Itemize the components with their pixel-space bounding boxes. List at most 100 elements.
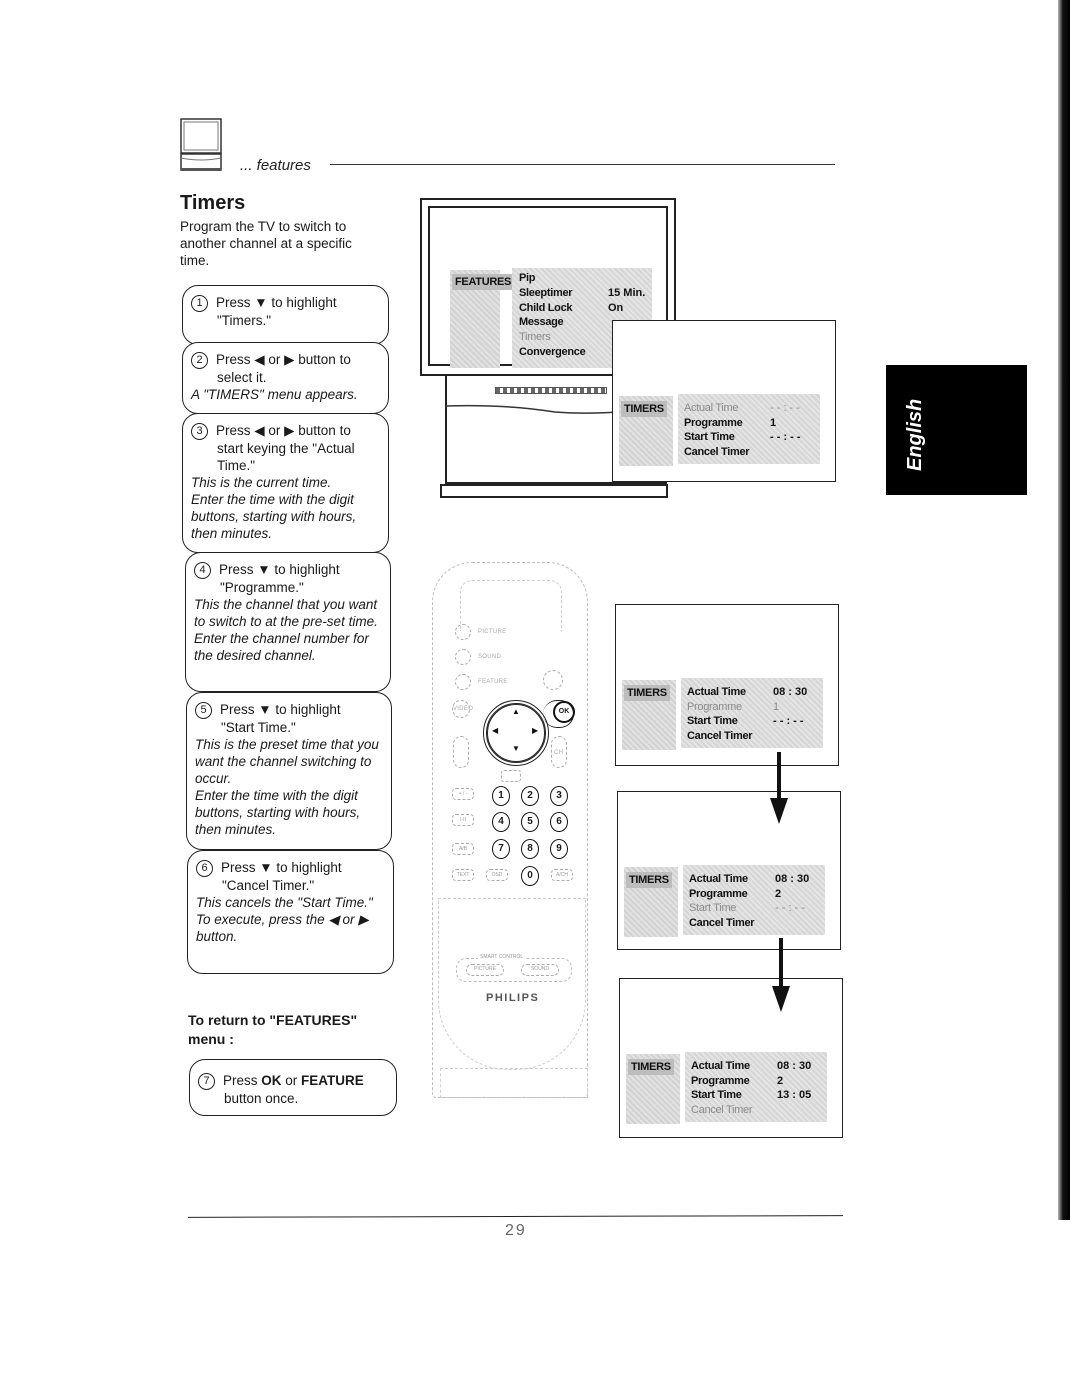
alternate-channel-button[interactable]: A/CH [551,869,573,881]
step-number: 5 [195,702,212,719]
digit-button-2[interactable]: 2 [521,786,539,806]
timers-menu-item: Programme [691,1074,750,1087]
step-note: This the channel that you want to switch… [194,597,378,629]
timers-menu-value: - - : - - [770,431,801,444]
ok-button[interactable]: OK [553,701,575,723]
picture-label: PICTURE [478,629,507,635]
up-arrow-icon[interactable]: ▲ [512,707,520,716]
timers-menu-value: - - : - - [773,715,804,728]
timers-tag: TIMERS [626,872,672,888]
step-instruction: Press ▼ to highlight [221,860,342,875]
down-arrow-icon [772,986,790,1012]
timers-tag: TIMERS [621,401,667,417]
digit-button-5[interactable]: 5 [521,812,539,832]
digit-button-7[interactable]: 7 [492,839,510,859]
digit-button-4[interactable]: 4 [492,812,510,832]
step-number: 2 [191,352,208,369]
step-note: Enter the channel number for the desired… [194,631,369,663]
left-arrow-icon[interactable]: ◀ [492,726,498,735]
timers-menu-item: Start Time [684,431,735,444]
volume-rocker[interactable] [453,736,469,768]
step-number: 1 [191,295,208,312]
step-number: 4 [194,562,211,579]
intro-text: Program the TV to switch to another chan… [180,219,352,268]
side-button[interactable]: I-II [452,814,474,826]
ok-keyword: OK [261,1073,282,1088]
tv-control-strip [495,387,607,394]
step-prefix: Press [223,1073,262,1088]
timers-menu-value: 08 : 30 [775,873,810,885]
digit-button-1[interactable]: 1 [492,786,510,806]
remote-top-panel [460,580,562,631]
brand-logo: PHILIPS [486,992,540,1004]
timers-menu-item: Actual Time [684,402,739,414]
section-label: ... features [240,157,311,174]
feature-button[interactable] [455,674,471,690]
osd-button[interactable]: OSD [486,869,508,881]
features-menu-item: Sleeptimer [519,286,573,299]
step-note: To execute, press the ◀ or ▶ button. [196,912,369,944]
side-button[interactable]: A/B [452,843,474,855]
return-heading: To return to "FEATURES" menu : [188,1012,358,1047]
scan-edge [1058,0,1070,1220]
picture-button[interactable] [455,624,471,640]
right-arrow-icon[interactable]: ▶ [532,726,538,735]
feature-keyword: FEATURE [301,1073,364,1088]
smart-button[interactable] [543,670,563,690]
header-divider [330,164,835,165]
page-title: Timers [180,192,246,214]
step-note: This is the current time. [191,475,332,490]
remote-bottom-panel [440,1068,588,1098]
timers-menu-value: 08 : 30 [777,1060,812,1072]
side-button[interactable]: + / - [452,788,474,800]
step-instruction-cont: "Start Time." [221,720,296,735]
timers-menu-value: 08 : 30 [773,686,808,698]
timers-menu-item: Programme [687,700,742,713]
footer-divider [187,1215,844,1218]
smart-picture-button[interactable]: PICTURE [466,964,504,976]
side-button[interactable]: TEXT [452,869,474,881]
step-note: Enter the time with the digit buttons, s… [191,492,357,541]
mute-button[interactable] [501,770,521,782]
features-menu-value: On [608,301,624,314]
down-arrow-icon [770,798,788,824]
timers-menu-value: 13 : 05 [777,1089,812,1102]
step-instruction: Press ◀ or ▶ button to [216,423,351,438]
timers-menu-item: Cancel Timer [687,729,753,742]
tv-plinth [440,484,668,498]
timers-menu-item: Start Time [689,902,737,915]
features-menu-item: Timers [519,331,551,344]
digit-button-6[interactable]: 6 [550,812,568,832]
sound-button[interactable] [455,649,471,665]
arrow-shaft [777,752,781,800]
sound-label: SOUND [478,654,502,660]
step-number: 3 [191,423,208,440]
timers-menu-item: Cancel Timer [691,1103,753,1116]
digit-button-8[interactable]: 8 [521,839,539,859]
timers-menu-item: Actual Time [687,686,746,698]
language-tab: English [886,365,1027,495]
step-note: This is the preset time that you want th… [195,737,379,786]
step-6: 6 Press ▼ to highlight "Cancel Timer." Th… [187,850,394,974]
step-instruction-cont: "Timers." [217,313,272,328]
step-note: A "TIMERS" menu appears. [191,387,358,402]
timers-menu-item: Start Time [691,1089,742,1102]
smart-sound-button[interactable]: SOUND [521,964,559,976]
digit-button-3[interactable]: 3 [550,786,568,806]
step-instruction: Press ▼ to highlight [216,295,337,310]
timers-menu-item: Programme [684,416,743,429]
step-4: 4 Press ▼ to highlight "Programme." This … [185,552,391,692]
timers-menu-value: 2 [775,887,782,900]
digit-button-9[interactable]: 9 [550,839,568,859]
arrow-shaft [779,938,783,988]
down-arrow-icon[interactable]: ▼ [512,744,520,753]
step-7: 7 Press OK or FEATURE button once. [189,1059,397,1116]
features-menu-item: Pip [519,272,536,284]
timers-menu-item: Actual Time [691,1060,750,1072]
timers-menu-value: 2 [777,1074,784,1087]
timers-menu-item: Cancel Timer [689,916,755,929]
digit-button-0[interactable]: 0 [521,866,539,886]
features-menu-item: Message [519,316,564,329]
timers-menu-item: Actual Time [689,873,748,885]
step-note: Enter the time with the digit buttons, s… [195,788,361,837]
